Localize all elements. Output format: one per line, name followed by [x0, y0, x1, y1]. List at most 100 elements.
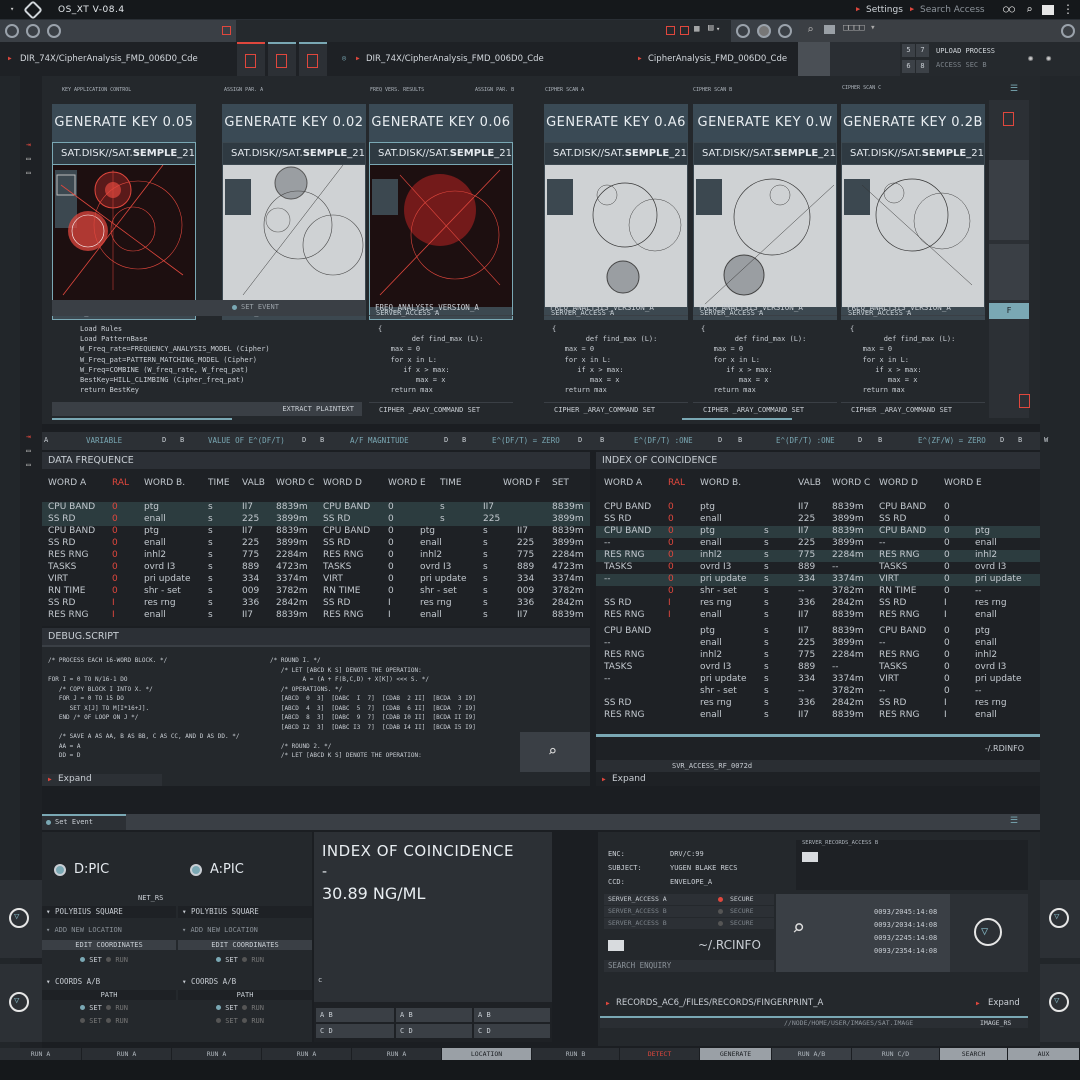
table-row[interactable]: RES RNG 0 inhl2 s 775 2284m RES RNG 0 inhl2	[596, 550, 1040, 562]
file-icon[interactable]: ▭	[26, 154, 31, 163]
generate-key-button[interactable]: GENERATE KEY 0.2B	[841, 104, 985, 142]
file-icon[interactable]: ▭	[26, 168, 31, 177]
emblem-tile[interactable]: ▽	[950, 894, 1028, 972]
radio-apic[interactable]	[190, 864, 202, 876]
doc-tab[interactable]	[268, 42, 296, 76]
table-row[interactable]: RES RNG Ienall s II7 8839m RES RNG Ienall s II7 8…	[42, 610, 590, 622]
action-button[interactable]: RUN B	[532, 1048, 620, 1060]
set-event-tab[interactable]: Set Event	[42, 814, 126, 830]
cipher-command[interactable]: CIPHER _ARAY_COMMAND SET	[369, 402, 513, 416]
table-row[interactable]: SS RD 0 enall 225 3899m SS RD 0	[596, 514, 1040, 526]
gear-icon[interactable]: ◎	[342, 54, 346, 62]
table-row[interactable]: TASKS 0 ovrd I3 s 889 -- TASKS 0 ovrd I3	[596, 562, 1040, 574]
add-location-button[interactable]: ▾ ADD NEW LOCATION	[42, 926, 122, 934]
polybius-select[interactable]: ▾ POLYBIUS SQUARE	[178, 906, 312, 918]
menu-icon[interactable]: ▤	[708, 23, 713, 33]
action-button[interactable]: RUN A	[0, 1048, 82, 1060]
close-tab-icon[interactable]	[666, 26, 675, 35]
grid-icon[interactable]: ▦	[694, 24, 699, 34]
list-icon[interactable]: ☰	[1010, 816, 1018, 826]
table-row[interactable]: -- pri update s 334 3374m VIRT 0 pri update	[596, 674, 1040, 686]
path-button[interactable]: PATH	[178, 990, 312, 1000]
generate-key-button[interactable]: GENERATE KEY 0.02	[222, 104, 366, 142]
var-b[interactable]: B	[462, 436, 466, 444]
action-button[interactable]: AUX	[1008, 1048, 1080, 1060]
action-button[interactable]: RUN C/D	[852, 1048, 940, 1060]
var-b[interactable]: B	[320, 436, 324, 444]
table-row[interactable]: CPU BAND 0 ptg s II7 8839m CPU BAND 0 ptg	[596, 526, 1040, 538]
extract-plaintext-button[interactable]: EXTRACT PLAINTEXT	[52, 402, 362, 416]
tab-circle-icon[interactable]	[47, 24, 61, 38]
export-icon[interactable]: ⇥	[26, 432, 31, 441]
var-b[interactable]: B	[600, 436, 604, 444]
menu-arrow-icon[interactable]: ▾	[10, 5, 14, 13]
grid-cell[interactable]: C D	[316, 1024, 394, 1038]
link-icon[interactable]: ○○	[1003, 4, 1015, 15]
coords-select[interactable]: ▾ COORDS A/B	[178, 976, 312, 988]
var-d[interactable]: D	[578, 436, 582, 444]
radio-dpic[interactable]	[54, 864, 66, 876]
var-b[interactable]: B	[180, 436, 184, 444]
generate-key-button[interactable]: GENERATE KEY 0.06	[369, 104, 513, 142]
var-w[interactable]: W	[1044, 436, 1048, 444]
export-icon[interactable]: ⇥	[26, 140, 31, 149]
table-row[interactable]: TASKS ovrd I3 s 889 -- TASKS 0 ovrd I3	[596, 662, 1040, 674]
edit-coordinates-button[interactable]: EDIT COORDINATES	[42, 940, 176, 950]
table-row[interactable]: SS RD 0 enall s 225 3899m SS RD 0 s 225 3899m	[42, 514, 590, 526]
menu-icon[interactable]: ⋮	[1062, 2, 1074, 16]
var-d[interactable]: D	[858, 436, 862, 444]
cipher-command[interactable]: CIPHER _ARAY_COMMAND SET	[544, 402, 688, 416]
search-button[interactable]: ⌕	[520, 732, 590, 772]
cipher-command[interactable]: CIPHER _ARAY_COMMAND SET	[693, 402, 837, 416]
emblem-tile[interactable]: ▽	[1040, 880, 1080, 958]
action-button[interactable]: RUN A	[262, 1048, 352, 1060]
expand-button[interactable]: Expand	[612, 774, 646, 784]
cipher-command[interactable]: CIPHER _ARAY_COMMAND SET	[841, 402, 985, 416]
search-icon[interactable]: ⌕	[807, 23, 814, 36]
set-run-toggle[interactable]: SET RUN	[80, 956, 128, 964]
doc-tab[interactable]	[299, 42, 327, 76]
table-row[interactable]: SS RD Ires rng s 336 2842m SS RD Ires rng	[596, 598, 1040, 610]
table-row[interactable]: CPU BAND ptg s II7 8839m CPU BAND 0 ptg	[596, 626, 1040, 638]
search-access-link[interactable]: Search Access	[920, 5, 985, 15]
expand-button[interactable]: Expand	[58, 774, 92, 784]
grid-cell[interactable]: A B	[396, 1008, 472, 1022]
tab-circle-icon[interactable]	[757, 24, 771, 38]
table-row[interactable]: -- 0 enall s 225 3899m -- 0 enall	[596, 538, 1040, 550]
set-run-toggle[interactable]: SET RUN	[216, 1017, 264, 1025]
var-d[interactable]: D	[718, 436, 722, 444]
tab-circle-icon[interactable]	[1061, 24, 1075, 38]
grid-cell[interactable]: A B	[474, 1008, 550, 1022]
var-d[interactable]: D	[302, 436, 306, 444]
set-run-toggle[interactable]: SET RUN	[80, 1004, 128, 1012]
folder-icon[interactable]	[802, 852, 818, 862]
tab-circle-icon[interactable]	[736, 24, 750, 38]
file-icon[interactable]: ▭	[26, 446, 31, 455]
add-location-button[interactable]: ▾ ADD NEW LOCATION	[178, 926, 258, 934]
server-row[interactable]: SERVER_ACCESS B SECURE	[604, 906, 774, 917]
var-b[interactable]: B	[1018, 436, 1022, 444]
table-row[interactable]: -- 0 pri update s 334 3374m VIRT 0 pri update	[596, 574, 1040, 586]
file-icon[interactable]: ▭	[26, 460, 31, 469]
polybius-select[interactable]: ▾ POLYBIUS SQUARE	[42, 906, 176, 918]
f-button[interactable]: F	[989, 303, 1029, 319]
emblem-tile[interactable]: ▽	[0, 880, 42, 958]
table-row[interactable]: RES RNG 0 inhl2 s 775 2284m RES RNG 0 inhl2 s 775 2…	[42, 550, 590, 562]
table-row[interactable]: shr - set s -- 3782m -- 0 --	[596, 686, 1040, 698]
tab-circle-icon[interactable]	[26, 24, 40, 38]
coords-select[interactable]: ▾ COORDS A/B	[42, 976, 176, 988]
grid-cell[interactable]: A B	[316, 1008, 394, 1022]
search-strip[interactable]: ⌕ □□□□ ▾	[799, 20, 1080, 42]
action-button[interactable]: RUN A	[172, 1048, 262, 1060]
doc-tab[interactable]	[237, 42, 265, 76]
var-d[interactable]: D	[162, 436, 166, 444]
table-row[interactable]: CPU BAND 0 ptg II7 8839m CPU BAND 0	[596, 502, 1040, 514]
path-right[interactable]: CipherAnalysis_FMD_006D0_Cde	[648, 54, 787, 64]
table-row[interactable]: 0 shr - set s -- 3782m RN TIME 0 --	[596, 586, 1040, 598]
table-row[interactable]: RES RNG inhl2 s 775 2284m RES RNG 0 inhl2	[596, 650, 1040, 662]
generate-key-button[interactable]: GENERATE KEY 0.A6	[544, 104, 688, 142]
list-icon[interactable]: ☰	[1010, 84, 1018, 94]
close-tab-icon[interactable]	[222, 26, 231, 35]
folder-icon[interactable]	[1042, 5, 1054, 15]
set-run-toggle[interactable]: SET RUN	[216, 956, 264, 964]
